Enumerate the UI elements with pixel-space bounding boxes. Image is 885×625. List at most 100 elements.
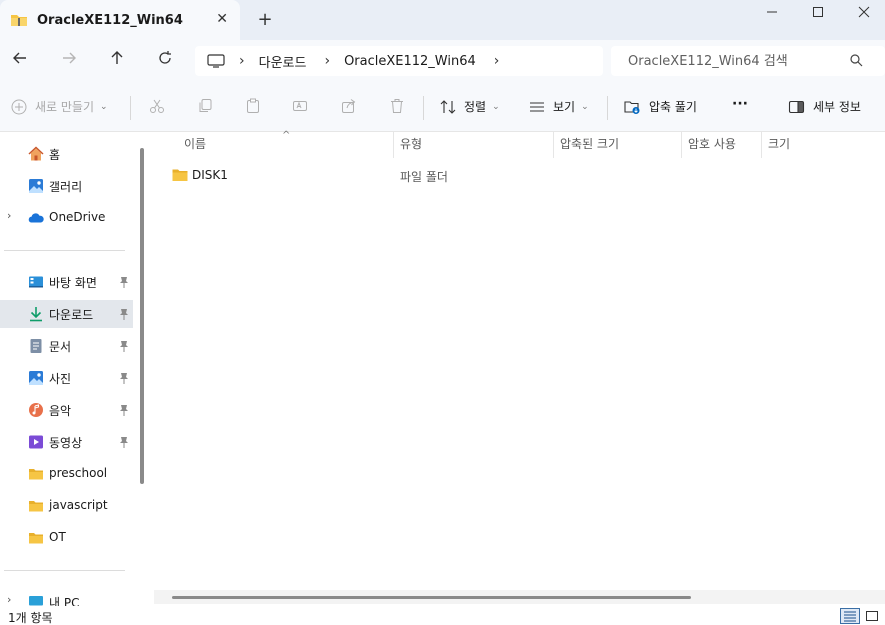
breadcrumb-downloads[interactable]: 다운로드 (259, 52, 307, 71)
back-button[interactable] (9, 50, 31, 72)
chevron-down-icon: ⌄ (581, 101, 589, 112)
search-input[interactable] (628, 53, 848, 69)
trash-icon (391, 99, 403, 113)
pin-icon[interactable] (118, 371, 130, 385)
title-bar: OracleXE112_Win64 ✕ + (0, 0, 885, 40)
copy-button[interactable] (197, 98, 221, 114)
folder-icon (172, 169, 188, 181)
sort-label: 정렬 (464, 100, 487, 114)
sidebar-divider (4, 570, 125, 571)
music-icon (29, 403, 43, 417)
sidebar-item-label: 동영상 (49, 436, 83, 450)
sidebar-item-label: javascript (49, 498, 108, 512)
tiles-view-button[interactable] (862, 608, 882, 624)
details-view-button[interactable] (840, 608, 860, 624)
sidebar-item-ot[interactable]: OT (0, 524, 133, 552)
rename-icon (293, 101, 307, 111)
close-icon (858, 6, 870, 18)
paste-button[interactable] (245, 98, 269, 114)
details-view-icon (844, 611, 856, 622)
pin-icon[interactable] (118, 403, 130, 417)
arrow-left-icon (13, 52, 26, 64)
cut-button[interactable] (149, 98, 173, 114)
sidebar-item-label: preschool (49, 466, 108, 480)
toolbar-divider (423, 96, 424, 120)
sidebar-item-gallery[interactable]: 갤러리 (0, 172, 133, 200)
column-divider[interactable] (761, 132, 762, 158)
column-header-size[interactable]: 크기 (768, 132, 790, 158)
sidebar-item-pictures[interactable]: 사진 (0, 364, 133, 392)
pictures-icon (29, 371, 43, 385)
column-divider[interactable] (681, 132, 682, 158)
sidebar-item-label: OT (49, 530, 66, 544)
sidebar-item-onedrive[interactable]: › OneDrive (0, 204, 133, 232)
column-header-type[interactable]: 유형 (400, 132, 422, 158)
folder-icon (29, 469, 43, 480)
new-button[interactable]: 새로 만들기 ⌄ (11, 98, 108, 115)
documents-icon (30, 339, 42, 353)
close-window-button[interactable] (854, 6, 874, 22)
home-icon (28, 146, 44, 161)
rename-button[interactable] (292, 98, 316, 114)
column-divider[interactable] (393, 132, 394, 158)
view-list-icon (530, 101, 544, 112)
chevron-right-icon[interactable]: › (7, 209, 11, 222)
address-bar[interactable]: › 다운로드 › OracleXE112_Win64 › (195, 46, 603, 76)
close-tab-icon[interactable]: ✕ (216, 11, 228, 27)
search-box[interactable] (611, 46, 885, 76)
sidebar-item-documents[interactable]: 문서 (0, 332, 133, 360)
chevron-right-icon[interactable]: › (494, 53, 500, 69)
more-options-button[interactable]: ··· (732, 96, 748, 112)
column-divider[interactable] (553, 132, 554, 158)
folder-icon (29, 533, 43, 544)
maximize-button[interactable] (808, 6, 828, 22)
chevron-right-icon[interactable]: › (7, 593, 11, 606)
extract-all-button[interactable]: 압축 풀기 (624, 98, 697, 115)
pin-icon[interactable] (118, 435, 130, 449)
tab-active[interactable]: OracleXE112_Win64 ✕ (0, 0, 240, 40)
sort-button[interactable]: 정렬 ⌄ (440, 98, 500, 115)
sidebar-item-music[interactable]: 음악 (0, 396, 133, 424)
sidebar-item-downloads[interactable]: 다운로드 (0, 300, 133, 328)
column-header-name[interactable]: 이름 (184, 132, 206, 158)
pin-icon[interactable] (118, 307, 130, 321)
pin-icon[interactable] (118, 339, 130, 353)
view-button[interactable]: 보기 ⌄ (529, 98, 589, 115)
zip-folder-icon (11, 15, 27, 26)
download-icon (30, 307, 42, 322)
sidebar-divider (4, 250, 125, 251)
videos-icon (29, 435, 43, 449)
details-pane-button[interactable]: 세부 정보 (788, 98, 861, 115)
sidebar-item-home[interactable]: 홈 (0, 140, 133, 168)
sidebar-item-label: OneDrive (49, 210, 106, 224)
desktop-icon (29, 276, 43, 288)
forward-button[interactable] (58, 50, 80, 72)
extract-label: 압축 풀기 (649, 100, 697, 114)
chevron-right-icon[interactable]: › (324, 53, 330, 69)
chevron-right-icon[interactable]: › (239, 53, 245, 69)
sidebar-item-javascript[interactable]: javascript (0, 492, 133, 520)
navigation-bar: › 다운로드 › OracleXE112_Win64 › (0, 40, 885, 84)
new-button-label: 새로 만들기 (35, 100, 95, 114)
sidebar-item-preschool[interactable]: preschool (0, 460, 133, 488)
arrow-right-icon (63, 52, 76, 64)
refresh-button[interactable] (154, 50, 176, 72)
horizontal-scrollbar[interactable] (172, 596, 691, 599)
sidebar-scrollbar[interactable] (140, 148, 144, 484)
extract-folder-icon (624, 100, 640, 114)
share-button[interactable] (341, 98, 365, 114)
column-header-password[interactable]: 암호 사용 (688, 132, 736, 158)
clipboard-icon (247, 98, 259, 113)
pin-icon[interactable] (118, 275, 130, 289)
new-tab-button[interactable]: + (256, 9, 274, 30)
sidebar-item-videos[interactable]: 동영상 (0, 428, 133, 456)
status-bar: 1개 항목 (0, 606, 885, 625)
sidebar-item-label: 홈 (49, 148, 61, 162)
delete-button[interactable] (389, 98, 413, 114)
table-row[interactable]: DISK1 파일 폴더 (150, 164, 885, 186)
up-button[interactable] (106, 50, 128, 72)
column-header-compressed-size[interactable]: 압축된 크기 (560, 132, 619, 158)
breadcrumb-current-folder[interactable]: OracleXE112_Win64 (344, 54, 476, 69)
minimize-button[interactable] (762, 6, 782, 22)
sidebar-item-desktop[interactable]: 바탕 화면 (0, 268, 133, 296)
